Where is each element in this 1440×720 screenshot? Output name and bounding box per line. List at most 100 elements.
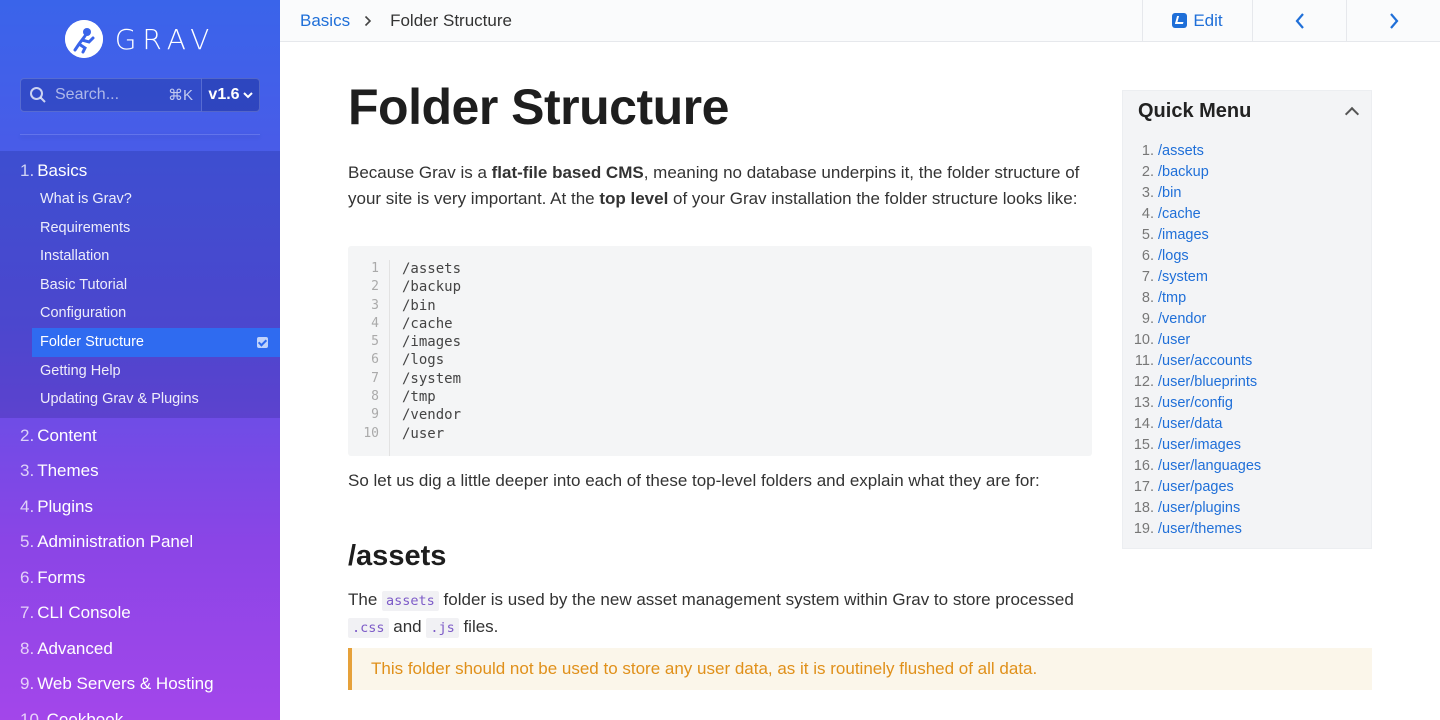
quick-menu-link[interactable]: /user/languages — [1158, 456, 1261, 477]
quick-menu-list: 1./assets 2./backup 3./bin 4./cache 5./image… — [1123, 141, 1371, 540]
intro-bold: flat-file based CMS — [491, 163, 644, 182]
quick-menu-item[interactable]: 11./user/accounts — [1123, 351, 1371, 372]
quick-menu-item[interactable]: 3./bin — [1123, 183, 1371, 204]
line-number: 2 — [371, 279, 379, 295]
nav-item-cli-console[interactable]: 7. CLI Console — [0, 595, 280, 631]
grav-logo-icon — [64, 20, 103, 58]
nav-item-web-servers-hosting[interactable]: 9. Web Servers & Hosting — [0, 666, 280, 702]
nav-sub-item[interactable]: Requirements — [0, 214, 280, 243]
nav-label: Plugins — [37, 496, 93, 516]
quick-menu-link[interactable]: /user/config — [1158, 393, 1233, 414]
code-block: 1 2 3 4 5 6 7 8 9 10 /assets/backup/bin/cache/ima… — [348, 246, 1092, 456]
quick-menu-header[interactable]: Quick Menu — [1123, 91, 1371, 131]
quick-menu-item[interactable]: 4./cache — [1123, 204, 1371, 225]
nav-item-content[interactable]: 2. Content — [0, 418, 280, 454]
breadcrumb-parent[interactable]: Basics — [300, 11, 350, 31]
quick-menu-number: 4. — [1141, 206, 1154, 222]
version-select[interactable]: v1.6 — [202, 78, 260, 112]
line-number: 10 — [363, 425, 379, 441]
intro-text: of your Grav installation the folder str… — [668, 189, 1078, 208]
nav-item-cookbook[interactable]: 10. Cookbook — [0, 702, 280, 720]
nav-sub-item[interactable]: Basic Tutorial — [0, 271, 280, 300]
previous-page-button[interactable] — [1252, 0, 1346, 42]
quick-menu-item[interactable]: 18./user/plugins — [1123, 498, 1371, 519]
quick-menu-number: 1. — [1141, 143, 1154, 159]
line-number: 6 — [371, 352, 379, 368]
quick-menu-item[interactable]: 10./user — [1123, 330, 1371, 351]
assets-paragraph: The assets folder is used by the new ass… — [348, 587, 1092, 641]
warning-note: This folder should not be used to store … — [348, 648, 1372, 690]
quick-menu-link[interactable]: /system — [1158, 267, 1208, 288]
quick-menu-link[interactable]: /images — [1158, 225, 1209, 246]
nav-sub-item-active[interactable]: Folder Structure — [32, 327, 280, 357]
quick-menu-item[interactable]: 8./tmp — [1123, 288, 1371, 309]
quick-menu-item[interactable]: 13./user/config — [1123, 393, 1371, 414]
nav-label: Content — [37, 425, 97, 445]
quick-menu-item[interactable]: 5./images — [1123, 225, 1371, 246]
chevron-up-icon[interactable] — [1344, 106, 1360, 122]
quick-menu-link[interactable]: /tmp — [1158, 288, 1186, 309]
quick-menu-item[interactable]: 14./user/data — [1123, 414, 1371, 435]
quick-menu-link[interactable]: /user/accounts — [1158, 351, 1252, 372]
quick-menu-number: 7. — [1141, 269, 1154, 285]
nav-item-advanced[interactable]: 8. Advanced — [0, 631, 280, 667]
edit-button[interactable]: Edit — [1142, 0, 1252, 42]
nav-label: Web Servers & Hosting — [37, 674, 214, 694]
logo[interactable]: GRAV — [0, 0, 280, 78]
quick-menu-link[interactable]: /user/plugins — [1158, 498, 1240, 519]
nav-item-basics[interactable]: 1. Basics — [0, 157, 280, 185]
code-line: /system — [402, 370, 462, 387]
breadcrumb-current: Folder Structure — [390, 10, 512, 30]
nav-sub-item[interactable]: Configuration — [0, 299, 280, 328]
checkbox-icon — [257, 336, 268, 348]
quick-menu-link[interactable]: /cache — [1158, 204, 1201, 225]
intro-paragraph: Because Grav is a flat-file based CMS, m… — [348, 160, 1092, 212]
quick-menu-item[interactable]: 15./user/images — [1123, 435, 1371, 456]
code-lines: /assets/backup/bin/cache/images/logs/sys… — [390, 260, 461, 456]
quick-menu-item[interactable]: 17./user/pages — [1123, 477, 1371, 498]
quick-menu-link[interactable]: /user/blueprints — [1158, 372, 1257, 393]
search-placeholder: Search... — [55, 86, 120, 103]
code-line: /user — [402, 425, 445, 442]
edit-label: Edit — [1193, 10, 1223, 30]
quick-menu-link[interactable]: /backup — [1158, 162, 1209, 183]
quick-menu-link[interactable]: /assets — [1158, 141, 1204, 162]
quick-menu-item[interactable]: 7./system — [1123, 267, 1371, 288]
nav-item-administration-panel[interactable]: 5. Administration Panel — [0, 524, 280, 560]
quick-menu-item[interactable]: 16./user/languages — [1123, 456, 1371, 477]
nav-sub-item[interactable]: Installation — [0, 242, 280, 271]
quick-menu-item[interactable]: 1./assets — [1123, 141, 1371, 162]
nav-number: 4. — [20, 496, 35, 516]
quick-menu-link[interactable]: /user — [1158, 330, 1190, 351]
quick-menu-link[interactable]: /user/themes — [1158, 519, 1242, 540]
quick-menu-link[interactable]: /bin — [1158, 183, 1181, 204]
chevron-right-icon — [1389, 12, 1398, 29]
line-number: 7 — [371, 370, 379, 386]
after-code-paragraph: So let us dig a little deeper into each … — [348, 471, 1040, 490]
nav-sub-item[interactable]: Updating Grav & Plugins — [0, 385, 280, 414]
quick-menu-link[interactable]: /logs — [1158, 246, 1189, 267]
nav-number: 6. — [20, 567, 35, 587]
quick-menu-number: 8. — [1141, 290, 1154, 306]
quick-menu-item[interactable]: 12./user/blueprints — [1123, 372, 1371, 393]
quick-menu-item[interactable]: 6./logs — [1123, 246, 1371, 267]
nav-sub-item[interactable]: What is Grav? — [0, 185, 280, 214]
quick-menu: Quick Menu 1./assets 2./backup 3./bin 4./ca… — [1122, 90, 1372, 549]
nav-item-themes[interactable]: 3. Themes — [0, 453, 280, 489]
quick-menu-link[interactable]: /vendor — [1158, 309, 1206, 330]
quick-menu-link[interactable]: /user/data — [1158, 414, 1223, 435]
code-line: /vendor — [402, 407, 462, 424]
search-input[interactable]: Search... ⌘K — [20, 78, 202, 112]
quick-menu-item[interactable]: 9./vendor — [1123, 309, 1371, 330]
chevron-right-icon — [365, 15, 372, 26]
quick-menu-item[interactable]: 19./user/themes — [1123, 519, 1371, 540]
next-page-button[interactable] — [1346, 0, 1440, 42]
quick-menu-link[interactable]: /user/images — [1158, 435, 1241, 456]
quick-menu-item[interactable]: 2./backup — [1123, 162, 1371, 183]
nav-item-forms[interactable]: 6. Forms — [0, 560, 280, 596]
nav-sub-item[interactable]: Getting Help — [0, 357, 280, 386]
quick-menu-link[interactable]: /user/pages — [1158, 477, 1234, 498]
nav-item-plugins[interactable]: 4. Plugins — [0, 489, 280, 525]
intro-text: Because Grav is a — [348, 163, 492, 182]
code-line: /assets — [402, 261, 462, 277]
